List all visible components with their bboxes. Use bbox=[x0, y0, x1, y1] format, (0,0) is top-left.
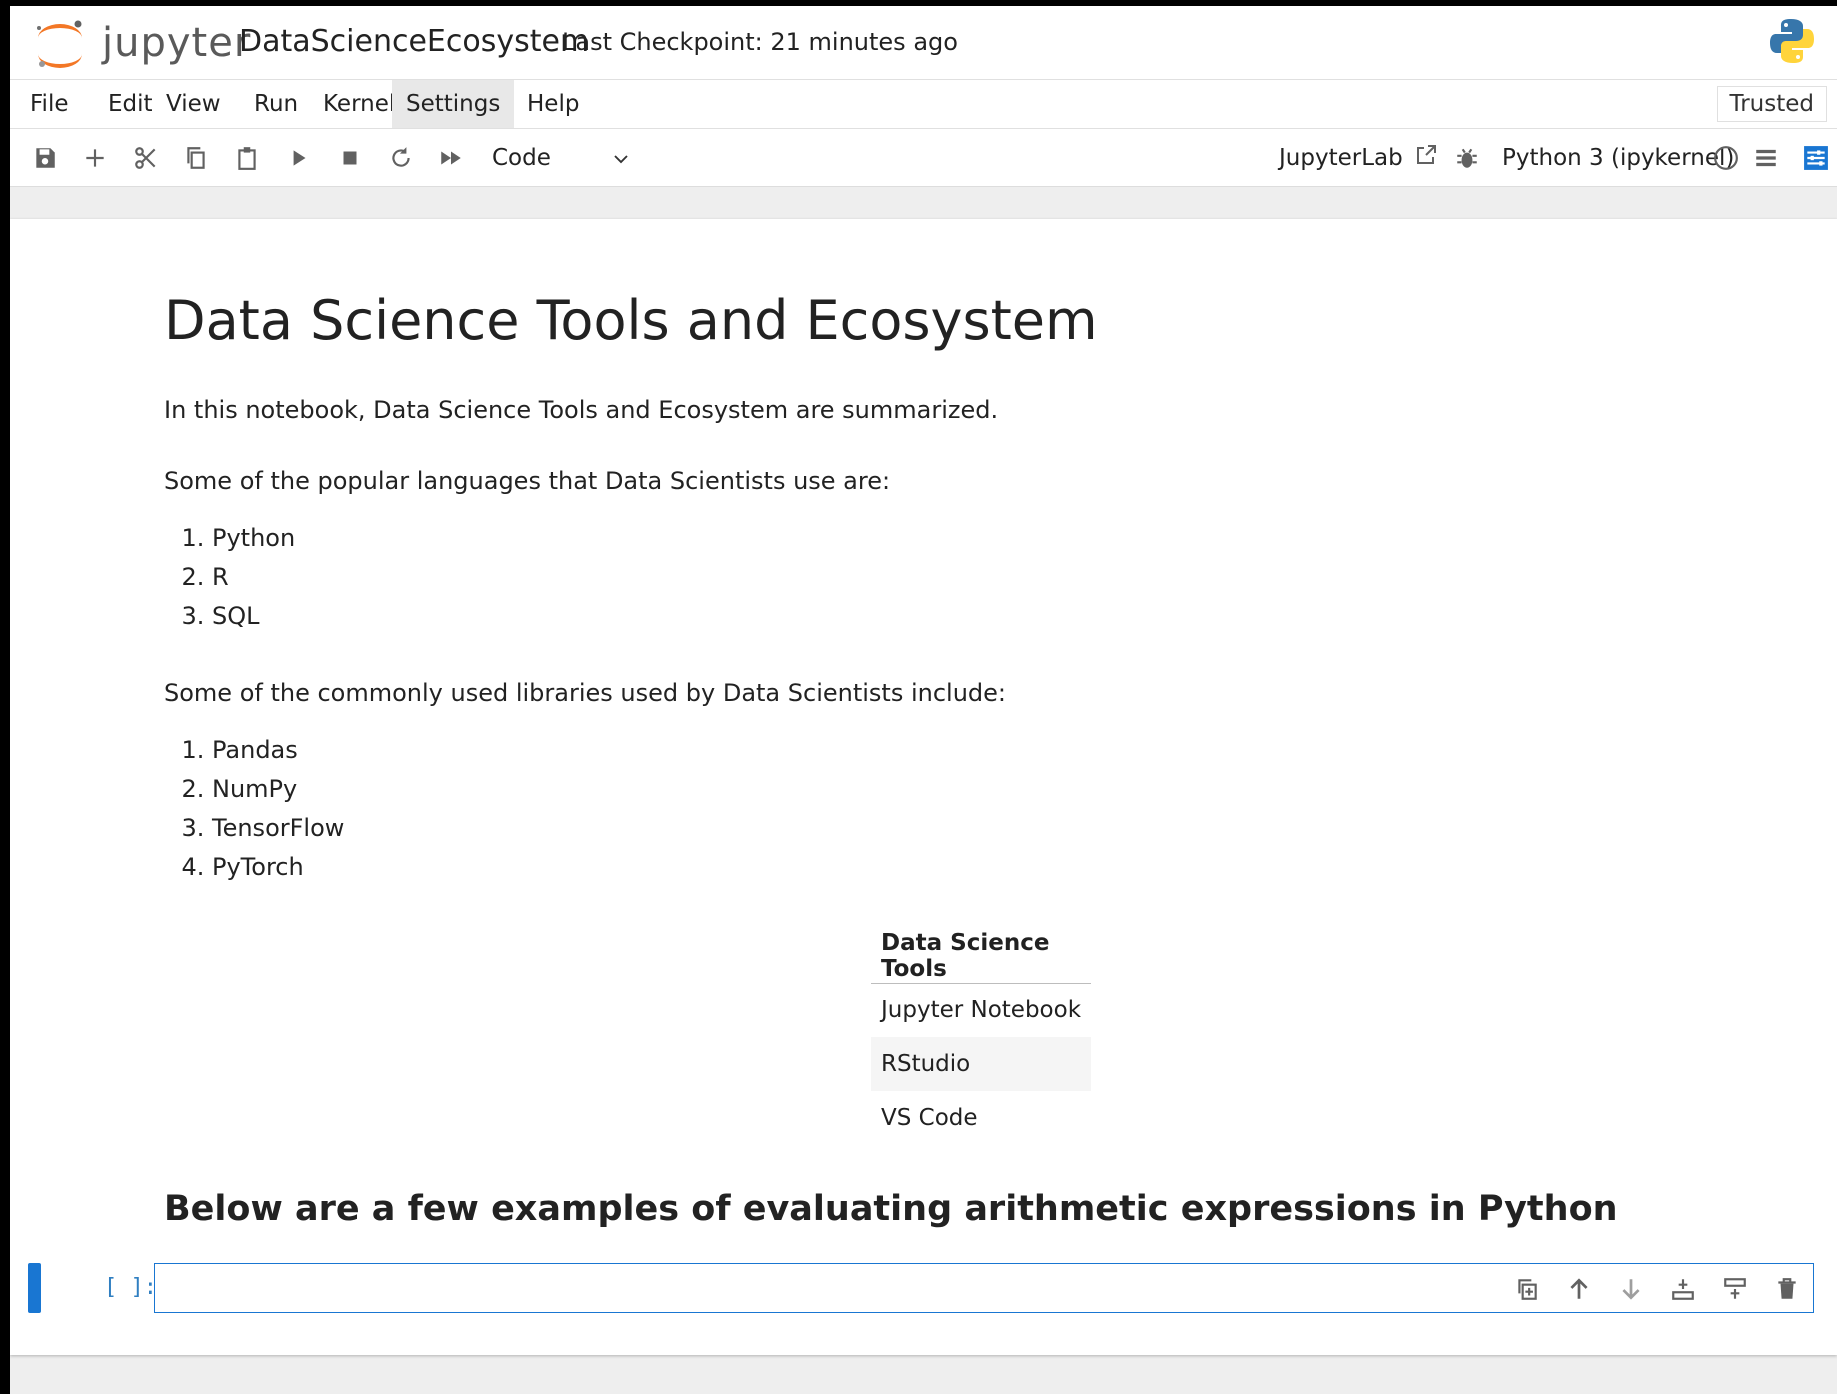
trusted-indicator[interactable]: Trusted bbox=[1716, 86, 1827, 122]
code-cell[interactable]: [ ]: bbox=[28, 1263, 1828, 1315]
notebook-window: jupyter DataScienceEcosystem Last Checkp… bbox=[10, 6, 1837, 1394]
arrow-down-icon bbox=[1622, 1279, 1640, 1300]
run-button[interactable] bbox=[279, 138, 319, 178]
table-cell: VS Code bbox=[881, 1105, 978, 1131]
notebook-title[interactable]: DataScienceEcosystem bbox=[239, 24, 589, 59]
list-item: NumPy bbox=[212, 770, 344, 809]
bug-icon bbox=[1457, 148, 1477, 168]
table-row: RStudio bbox=[871, 1037, 1091, 1091]
intro-text: In this notebook, Data Science Tools and… bbox=[164, 396, 999, 424]
notebook-toolbar: Code JupyterLab Python 3 (ipykernel) bbox=[10, 129, 1837, 187]
debugger-button[interactable] bbox=[1447, 138, 1487, 178]
menu-file[interactable]: File bbox=[16, 80, 83, 128]
menu-lines-icon bbox=[1756, 149, 1776, 167]
menu-help[interactable]: Help bbox=[513, 80, 593, 128]
cell-type-select[interactable]: Code bbox=[478, 139, 638, 177]
menu-bar: File Edit View Run Kernel Settings Help … bbox=[10, 79, 1837, 129]
libraries-list: Pandas NumPy TensorFlow PyTorch bbox=[164, 731, 344, 887]
toc-button[interactable] bbox=[1746, 138, 1786, 178]
table-row: Jupyter Notebook bbox=[871, 983, 1091, 1037]
insert-above-icon bbox=[1672, 1279, 1694, 1300]
insert-below-icon bbox=[1724, 1278, 1746, 1299]
run-all-button[interactable] bbox=[431, 138, 471, 178]
trash-icon bbox=[1778, 1278, 1796, 1299]
jupyter-logo[interactable]: jupyter bbox=[30, 14, 250, 74]
paste-button[interactable] bbox=[227, 138, 267, 178]
list-item: SQL bbox=[212, 597, 295, 636]
cell-toolbar bbox=[1511, 1273, 1803, 1305]
notebook-document: Data Science Tools and Ecosystem In this… bbox=[10, 219, 1837, 1355]
menu-view[interactable]: View bbox=[152, 80, 235, 128]
insert-cell-button[interactable] bbox=[75, 138, 115, 178]
kernel-name[interactable]: Python 3 (ipykernel) bbox=[1502, 129, 1734, 187]
table-row: VS Code bbox=[871, 1091, 1091, 1145]
fast-forward-icon bbox=[441, 151, 461, 165]
table-header: Data Science Tools bbox=[871, 929, 1091, 984]
list-item: Python bbox=[212, 519, 295, 558]
copy-icon bbox=[187, 147, 205, 169]
delete-cell-button[interactable] bbox=[1771, 1273, 1803, 1305]
restart-icon bbox=[392, 147, 410, 167]
cell-type-value: Code bbox=[492, 145, 551, 171]
languages-intro: Some of the popular languages that Data … bbox=[164, 467, 891, 495]
menu-run[interactable]: Run bbox=[240, 80, 312, 128]
arrow-up-icon bbox=[1570, 1278, 1588, 1299]
jupyter-logo-text: jupyter bbox=[102, 20, 252, 66]
open-jupyterlab-link[interactable]: JupyterLab bbox=[1279, 129, 1438, 187]
python-logo-icon bbox=[1770, 19, 1814, 63]
jupyterlab-label: JupyterLab bbox=[1279, 145, 1403, 171]
kernel-status bbox=[1706, 138, 1746, 178]
duplicate-cell-button[interactable] bbox=[1511, 1273, 1543, 1305]
list-item: R bbox=[212, 558, 295, 597]
libraries-intro: Some of the commonly used libraries used… bbox=[164, 679, 1007, 707]
last-checkpoint: Last Checkpoint: 21 minutes ago bbox=[562, 28, 958, 56]
list-item: TensorFlow bbox=[212, 809, 344, 848]
property-inspector-button[interactable] bbox=[1796, 138, 1836, 178]
save-button[interactable] bbox=[25, 138, 65, 178]
insert-below-button[interactable] bbox=[1719, 1273, 1751, 1305]
duplicate-icon bbox=[1518, 1279, 1537, 1300]
scissors-icon bbox=[135, 147, 156, 169]
top-bar: jupyter DataScienceEcosystem Last Checkp… bbox=[10, 6, 1837, 79]
chevron-down-icon bbox=[614, 155, 628, 164]
stop-icon bbox=[343, 151, 357, 165]
code-editor[interactable] bbox=[154, 1263, 1814, 1313]
list-item: Pandas bbox=[212, 731, 344, 770]
external-link-icon bbox=[1417, 145, 1437, 164]
paste-icon bbox=[238, 147, 256, 170]
page-title: Data Science Tools and Ecosystem bbox=[164, 289, 1098, 352]
plus-icon bbox=[86, 149, 104, 167]
settings-sliders-icon bbox=[1804, 146, 1828, 170]
execution-prompt: [ ]: bbox=[104, 1275, 157, 1300]
insert-above-button[interactable] bbox=[1667, 1273, 1699, 1305]
move-down-button[interactable] bbox=[1615, 1273, 1647, 1305]
arithmetic-heading: Below are a few examples of evaluating a… bbox=[164, 1189, 1618, 1229]
active-cell-indicator[interactable] bbox=[28, 1263, 41, 1313]
table-cell: Jupyter Notebook bbox=[881, 997, 1082, 1024]
tools-table: Data Science Tools Jupyter Notebook RStu… bbox=[871, 929, 1091, 1145]
run-icon bbox=[293, 150, 306, 166]
stop-button[interactable] bbox=[330, 138, 370, 178]
move-up-button[interactable] bbox=[1563, 1273, 1595, 1305]
jupyter-logo-icon bbox=[37, 20, 82, 68]
list-item: PyTorch bbox=[212, 848, 344, 887]
circle-idle-icon bbox=[1714, 146, 1738, 170]
save-icon bbox=[36, 148, 55, 168]
copy-button[interactable] bbox=[176, 138, 216, 178]
cut-button[interactable] bbox=[126, 138, 166, 178]
menu-settings[interactable]: Settings bbox=[392, 80, 515, 128]
languages-list: Python R SQL bbox=[164, 519, 295, 636]
table-cell: RStudio bbox=[871, 1037, 1091, 1091]
restart-button[interactable] bbox=[381, 138, 421, 178]
